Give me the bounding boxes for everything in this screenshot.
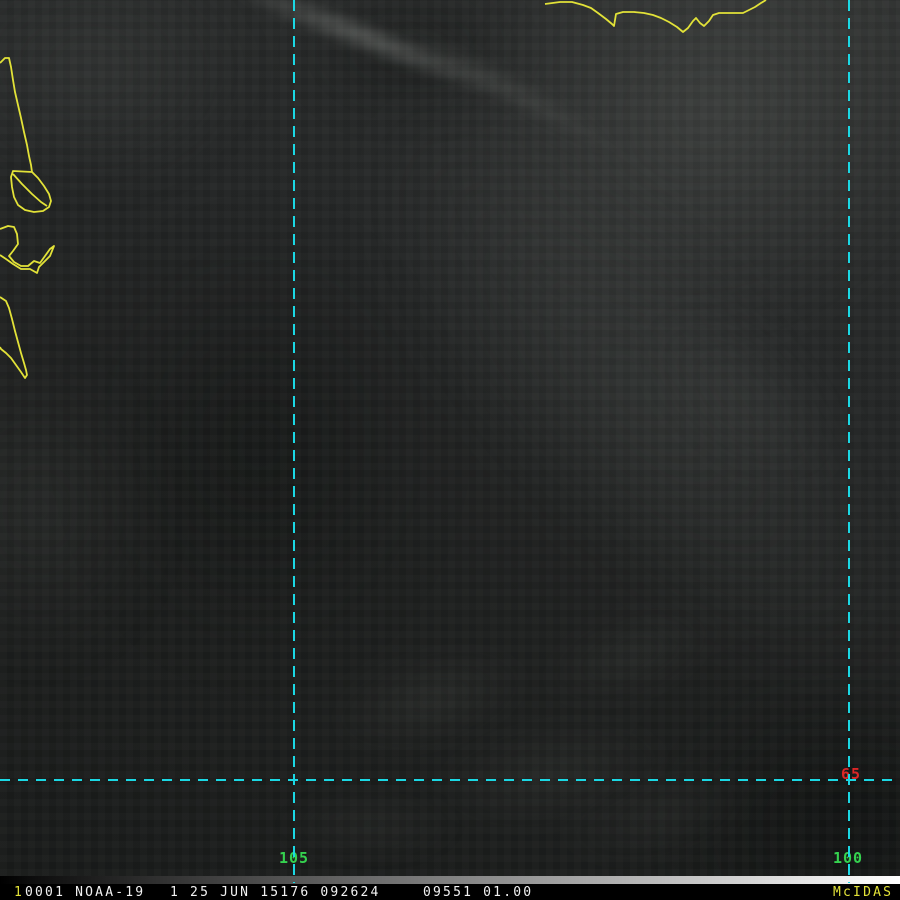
- coastline-west-star: [0, 225, 55, 274]
- mcidas-window: 105 100 65 1 0001 NOAA-19 1 25 JUN 15176…: [0, 0, 900, 900]
- coastline-west-upper: [0, 57, 33, 173]
- image-datetime: 1 25 JUN 15176 092624: [170, 885, 381, 900]
- image-id: 0001 NOAA-19: [25, 885, 146, 900]
- coastline-north: [544, 0, 767, 33]
- status-bar: 1 0001 NOAA-19 1 25 JUN 15176 092624 095…: [0, 884, 900, 900]
- coastline-west-ribbon-fold: [12, 173, 48, 207]
- frame-number: 1: [14, 885, 25, 900]
- app-name: McIDAS: [833, 885, 894, 900]
- map-grid-coastline-overlay: [0, 0, 900, 883]
- coastline-west-hook: [0, 296, 28, 379]
- scan-resolution: 09551 01.00: [423, 885, 534, 900]
